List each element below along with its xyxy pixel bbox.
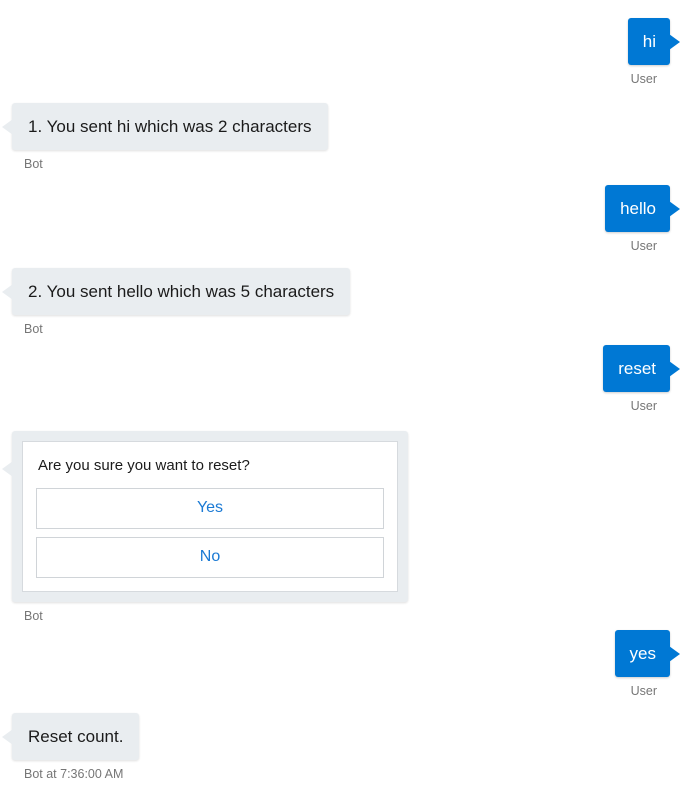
message-author-label: Bot: [24, 157, 43, 171]
bubble-tail-icon: [2, 728, 13, 745]
bubble-tail-icon: [669, 33, 680, 50]
card-button-no[interactable]: No: [36, 537, 384, 578]
chat-transcript: hi User 1. You sent hi which was 2 charact…: [0, 0, 683, 801]
message-row-bot: 2. You sent hello which was 5 characters…: [0, 268, 683, 338]
user-message-bubble: hello: [605, 185, 680, 232]
bubble-tail-icon: [2, 118, 13, 135]
bot-message-bubble: 2. You sent hello which was 5 characters: [2, 268, 351, 315]
bubble-tail-icon: [669, 645, 680, 662]
message-bubble-wrapper: yes User: [614, 630, 680, 699]
message-text: yes: [629, 644, 656, 663]
message-text: hello: [620, 199, 656, 218]
message-bubble-wrapper: Are you sure you want to reset? Yes No Bot: [2, 431, 408, 624]
bot-message-bubble: 1. You sent hi which was 2 characters: [2, 103, 328, 150]
message-author-label: Bot at 7:36:00 AM: [24, 767, 124, 781]
message-author-label: User: [630, 684, 657, 698]
message-row-bot: Are you sure you want to reset? Yes No Bot: [0, 431, 683, 625]
card-title: Are you sure you want to reset?: [38, 457, 250, 474]
message-author-label: User: [630, 399, 657, 413]
message-text: 2. You sent hello which was 5 characters: [28, 282, 335, 301]
bubble-tail-icon: [669, 200, 680, 217]
card-button-yes[interactable]: Yes: [36, 488, 384, 529]
message-bubble-wrapper: 2. You sent hello which was 5 characters…: [2, 268, 351, 337]
bot-message-bubble: Reset count.: [2, 713, 140, 760]
message-bubble-wrapper: 1. You sent hi which was 2 characters Bot: [2, 103, 328, 172]
bot-card-bubble: Are you sure you want to reset? Yes No: [2, 431, 408, 602]
user-message-bubble: reset: [603, 345, 680, 392]
user-message-bubble: hi: [627, 18, 680, 65]
bubble-tail-icon: [2, 283, 13, 300]
message-text: 1. You sent hi which was 2 characters: [28, 117, 312, 136]
user-message-bubble: yes: [614, 630, 680, 677]
message-text: Reset count.: [28, 727, 124, 746]
message-bubble-wrapper: reset User: [603, 345, 680, 414]
message-row-user: hello User: [0, 185, 683, 255]
message-row-bot: 1. You sent hi which was 2 characters Bot: [0, 103, 683, 173]
message-row-bot: Reset count. Bot at 7:36:00 AM: [0, 713, 683, 783]
message-bubble-wrapper: Reset count. Bot at 7:36:00 AM: [2, 713, 140, 782]
message-author-label: Bot: [24, 322, 43, 336]
message-author-label: Bot: [24, 609, 43, 623]
message-row-user: yes User: [0, 630, 683, 700]
message-text: reset: [618, 359, 656, 378]
confirmation-card: Are you sure you want to reset? Yes No: [22, 441, 398, 592]
message-text: hi: [642, 32, 656, 51]
bubble-tail-icon: [669, 360, 680, 377]
message-row-user: hi User: [0, 18, 683, 88]
message-author-label: User: [630, 239, 657, 253]
message-bubble-wrapper: hello User: [605, 185, 680, 254]
message-bubble-wrapper: hi User: [627, 18, 680, 87]
bubble-tail-icon: [2, 461, 13, 477]
message-row-user: reset User: [0, 345, 683, 415]
message-author-label: User: [630, 72, 657, 86]
